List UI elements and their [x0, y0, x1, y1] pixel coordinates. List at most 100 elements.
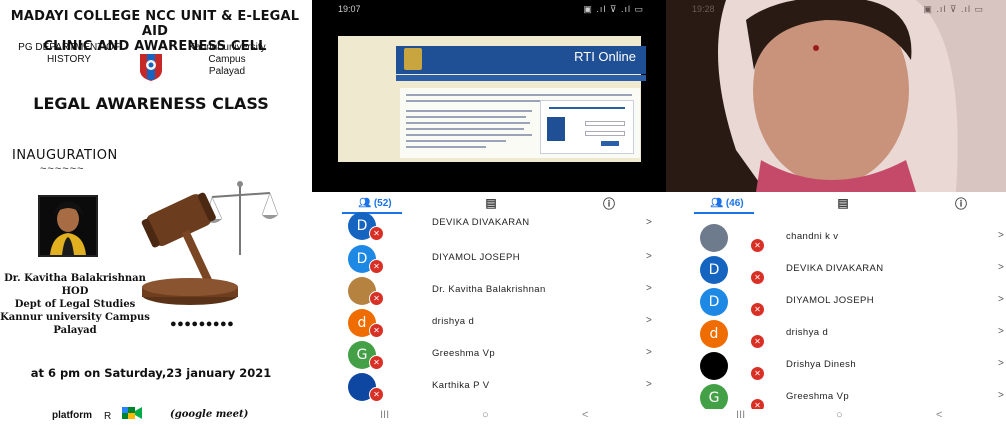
campus-line2: Palayad — [208, 66, 246, 77]
screenshot-collage: MADAYI COLLEGE NCC UNIT & E-LEGAL AID CL… — [0, 0, 1006, 425]
back-button[interactable]: < — [582, 409, 588, 421]
speaker-place: Palayad — [53, 325, 97, 336]
mic-off-icon: ✕ — [369, 291, 384, 306]
participant-avatar: G — [700, 384, 728, 412]
status-time: 19:28 — [692, 4, 715, 14]
rti-text-line — [406, 116, 526, 118]
participant-avatar — [700, 224, 728, 252]
participant-row[interactable]: ✕ Drishya Dinesh > — [666, 348, 1006, 381]
participant-name: drishya d — [432, 316, 475, 327]
chevron-right-icon: > — [646, 251, 652, 262]
participant-name: DIYAMOL JOSEPH — [786, 295, 874, 306]
tab-indicator — [694, 212, 754, 214]
back-button[interactable]: < — [936, 409, 942, 421]
rti-body — [400, 88, 640, 158]
speaker-video-frame-icon — [666, 0, 1006, 192]
chevron-right-icon: > — [998, 326, 1004, 337]
chevron-right-icon: > — [646, 217, 652, 228]
platform-name: (google meet) — [170, 409, 249, 420]
recents-button[interactable]: III — [380, 409, 389, 421]
tab-people[interactable]: 👥︎ (46) — [692, 192, 762, 214]
platform-label: platform — [52, 410, 92, 421]
chevron-right-icon: > — [646, 283, 652, 294]
mic-off-icon: ✕ — [369, 387, 384, 402]
participant-name: Greeshma Vp — [432, 348, 496, 359]
recents-button[interactable]: III — [736, 409, 745, 421]
chevron-right-icon: > — [646, 315, 652, 326]
people-icon: 👥︎ — [358, 197, 372, 209]
participant-row[interactable]: G ✕ Greeshma Vp > — [666, 380, 1006, 413]
poster-dots-divider: ●●●●●●●●● — [170, 318, 235, 330]
ncc-logo-icon — [140, 54, 162, 81]
info-icon: ⓘ — [602, 196, 615, 211]
rti-text-line — [406, 146, 486, 148]
participant-row[interactable]: ✕ chandni k v > — [666, 220, 1006, 253]
mic-off-icon: ✕ — [369, 355, 384, 370]
rti-text-line — [406, 122, 530, 124]
participant-row[interactable]: ✕ Dr. Kavitha Balakrishnan > — [312, 275, 666, 307]
home-button[interactable]: ○ — [482, 409, 489, 421]
rti-text-line — [406, 110, 532, 112]
participant-avatar: D — [700, 288, 728, 316]
speaker-name: Dr. Kavitha Balakrishnan — [4, 273, 146, 284]
people-count: (46) — [725, 197, 744, 209]
home-button[interactable]: ○ — [836, 409, 843, 421]
poster-title-line1: MADAYI COLLEGE NCC UNIT & E-LEGAL AID — [10, 9, 300, 39]
tab-chat[interactable]: ▤ — [828, 192, 858, 214]
rti-input-field — [585, 121, 625, 126]
rti-text-line — [406, 140, 506, 142]
dept-line2: HISTORY — [46, 54, 92, 65]
rti-submit-button — [601, 141, 619, 146]
participant-row[interactable]: ✕ Karthika P V > — [312, 371, 666, 403]
speaker-campus: Kannur university Campus — [0, 312, 150, 323]
participant-name: Drishya Dinesh — [786, 359, 857, 370]
poster-class-title: LEGAL AWARENESS CLASS — [33, 94, 269, 113]
speaker-role: HOD — [61, 286, 89, 297]
rti-header: RTI Online — [396, 46, 646, 74]
participant-row[interactable]: d ✕ drishya d > — [312, 307, 666, 339]
chevron-right-icon: > — [646, 379, 652, 390]
participant-avatar: D — [700, 256, 728, 284]
chat-icon: ▤ — [837, 196, 849, 210]
android-nav-bar: III ○ < — [312, 409, 666, 425]
poster-campus: Kannur university Campus Palayad — [172, 42, 282, 78]
status-bar: 19:28 ▣ .ıl ⊽ .ıl ▭ — [666, 0, 1006, 18]
chat-icon: ▤ — [485, 196, 497, 210]
google-meet-icon — [122, 407, 142, 419]
participant-row[interactable]: D ✕ DIYAMOL JOSEPH > — [312, 243, 666, 275]
mic-off-icon: ✕ — [750, 334, 765, 349]
mic-off-icon: ✕ — [369, 226, 384, 241]
rti-text-line — [406, 134, 532, 136]
speaker-photo — [38, 195, 98, 257]
mic-off-icon: ✕ — [750, 270, 765, 285]
chevron-right-icon: > — [646, 347, 652, 358]
participant-row[interactable]: d ✕ drishya d > — [666, 316, 1006, 349]
shared-screen-video: 19:07 ▣ .ıl ⊽ .ıl ▭ RTI Online — [312, 0, 666, 192]
mic-off-icon: ✕ — [750, 238, 765, 253]
rti-text-line — [549, 107, 625, 109]
rti-login-box — [540, 100, 634, 154]
emblem-icon — [404, 48, 422, 70]
participant-row[interactable]: D ✕ DEVIKA DIVAKARAN > — [666, 252, 1006, 285]
rti-title: RTI Online — [574, 49, 636, 64]
participant-row[interactable]: D ✕ DIYAMOL JOSEPH > — [666, 284, 1006, 317]
platform-r: R — [104, 411, 112, 422]
tab-info[interactable]: ⓘ — [946, 192, 976, 214]
mic-off-icon: ✕ — [750, 366, 765, 381]
mic-off-icon: ✕ — [369, 259, 384, 274]
participant-row[interactable]: D ✕ DEVIKA DIVAKARAN > — [312, 210, 666, 242]
status-bar: 19:07 ▣ .ıl ⊽ .ıl ▭ — [312, 0, 666, 18]
gavel-scales-icon — [141, 181, 279, 305]
participant-name: Greeshma Vp — [786, 391, 850, 402]
poster-tilde-divider: ~~~~~~ — [40, 163, 85, 175]
status-icons: ▣ .ıl ⊽ .ıl ▭ — [583, 4, 644, 14]
participant-avatar — [700, 352, 728, 380]
campus-line1: Kannur university Campus — [188, 42, 266, 65]
mic-off-icon: ✕ — [369, 323, 384, 338]
poster-inauguration: INAUGURATION — [12, 148, 118, 163]
rti-website-screen: RTI Online — [338, 36, 646, 162]
participant-name: DEVIKA DIVAKARAN — [432, 217, 530, 228]
phone-screen-2: 19:28 ▣ .ıl ⊽ .ıl ▭ 👥︎ (46) ▤ ⓘ ✕ chandn… — [666, 0, 1006, 425]
participant-row[interactable]: G ✕ Greeshma Vp > — [312, 339, 666, 371]
rti-input-field — [585, 131, 625, 136]
